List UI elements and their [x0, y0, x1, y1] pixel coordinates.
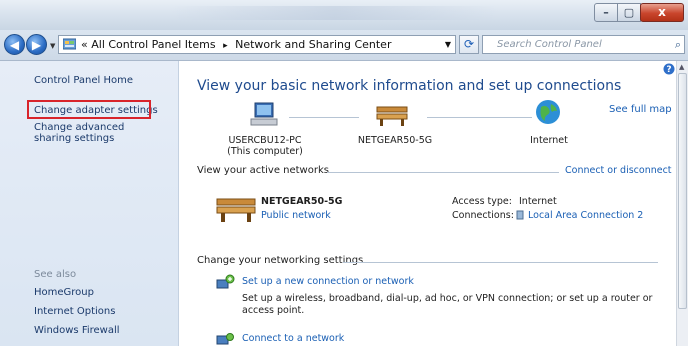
- main-content: View your basic network information and …: [179, 61, 676, 346]
- title-bar: – ▢ x: [0, 0, 688, 30]
- task-new-connection-link[interactable]: Set up a new connection or network: [242, 276, 414, 287]
- help-icon[interactable]: ?: [663, 63, 675, 75]
- new-connection-icon: [216, 274, 235, 289]
- connections-label: Connections:: [452, 210, 514, 221]
- search-icon[interactable]: ⌕: [675, 36, 681, 53]
- svg-text:?: ?: [666, 65, 671, 75]
- active-networks-title: View your active networks: [197, 165, 329, 176]
- forward-arrow-icon: ▶: [31, 38, 42, 52]
- bench-network-icon[interactable]: [375, 103, 409, 127]
- active-network-name: NETGEAR50-5G: [261, 196, 343, 207]
- section-divider: [343, 262, 658, 263]
- sidebar-link-windows-firewall[interactable]: Windows Firewall: [34, 325, 120, 336]
- network-node-label: NETGEAR50-5G: [357, 135, 433, 146]
- map-connector: [289, 117, 359, 118]
- connect-network-icon: [216, 333, 234, 345]
- vertical-scrollbar[interactable]: ▲: [676, 61, 688, 346]
- globe-icon[interactable]: [535, 99, 561, 125]
- breadcrumb-overflow[interactable]: «: [81, 38, 88, 51]
- back-arrow-icon: ◀: [9, 38, 20, 52]
- close-button[interactable]: x: [640, 3, 684, 22]
- maximize-button[interactable]: ▢: [617, 3, 641, 22]
- control-panel-icon: [63, 38, 76, 50]
- breadcrumb-item[interactable]: Network and Sharing Center: [235, 38, 391, 51]
- see-also-heading: See also: [34, 269, 77, 280]
- computer-icon[interactable]: [249, 101, 279, 129]
- refresh-icon: ⟳: [463, 37, 475, 51]
- internet-node-label: Internet: [530, 135, 568, 146]
- title-bar-glass: [170, 6, 500, 20]
- search-placeholder: Search Control Panel: [497, 39, 602, 50]
- breadcrumb-item[interactable]: All Control Panel Items: [91, 38, 215, 51]
- search-input[interactable]: Search Control Panel ⌕: [482, 35, 685, 54]
- sidebar-link-homegroup[interactable]: HomeGroup: [34, 287, 94, 298]
- address-bar[interactable]: « All Control Panel Items ▸ Network and …: [58, 35, 456, 54]
- page-title: View your basic network information and …: [197, 78, 622, 94]
- access-type-value: Internet: [519, 196, 557, 207]
- bench-network-icon: [216, 198, 256, 222]
- connect-disconnect-link[interactable]: Connect or disconnect: [565, 165, 672, 176]
- map-connector: [427, 117, 532, 118]
- sidebar-link-internet-options[interactable]: Internet Options: [34, 306, 115, 317]
- back-button[interactable]: ◀: [4, 34, 25, 55]
- change-settings-title: Change your networking settings: [197, 255, 364, 266]
- access-type-label: Access type:: [452, 196, 512, 207]
- close-icon: x: [658, 5, 666, 19]
- scrollbar-thumb[interactable]: [678, 73, 687, 309]
- see-full-map-link[interactable]: See full map: [609, 104, 672, 115]
- computer-node-label: USERCBU12-PC (This computer): [227, 135, 303, 157]
- task-connect-network-link[interactable]: Connect to a network: [242, 333, 344, 344]
- navigation-bar: ◀ ▶ ▼ « All Control Panel Items ▸ Networ…: [0, 30, 688, 61]
- minimize-icon: –: [603, 6, 609, 19]
- highlight-box: [27, 100, 151, 119]
- address-dropdown-icon[interactable]: ▼: [445, 36, 451, 53]
- breadcrumb-separator-icon[interactable]: ▸: [219, 41, 232, 51]
- refresh-button[interactable]: ⟳: [459, 35, 479, 54]
- scroll-up-icon[interactable]: ▲: [679, 63, 684, 71]
- maximize-icon: ▢: [623, 6, 635, 19]
- forward-button[interactable]: ▶: [26, 34, 47, 55]
- network-adapter-icon: [516, 210, 524, 220]
- task-new-connection-desc: Set up a wireless, broadband, dial-up, a…: [242, 293, 653, 316]
- minimize-button[interactable]: –: [594, 3, 618, 22]
- sidebar-link-advanced-sharing[interactable]: Change advanced sharing settings: [34, 122, 154, 144]
- sidebar-link-home[interactable]: Control Panel Home: [34, 75, 133, 86]
- history-dropdown-icon[interactable]: ▼: [50, 42, 55, 50]
- section-divider: [327, 172, 559, 173]
- local-area-connection-link[interactable]: Local Area Connection 2: [528, 210, 643, 221]
- network-type-link[interactable]: Public network: [261, 210, 331, 221]
